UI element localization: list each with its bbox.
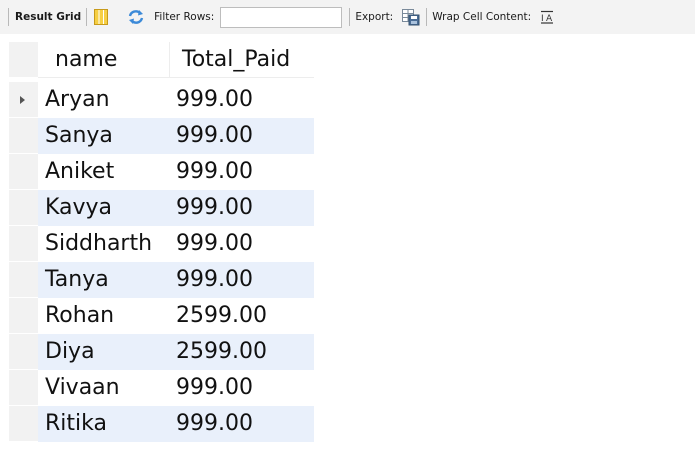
wrap-text-icon[interactable]: I A xyxy=(540,10,554,24)
cell-name[interactable]: Diya xyxy=(38,334,170,370)
column-header-total-paid[interactable]: Total_Paid xyxy=(170,42,314,78)
table-row[interactable]: Siddharth 999.00 xyxy=(0,226,314,262)
table-row[interactable]: Sanya 999.00 xyxy=(0,118,314,154)
cell-name[interactable]: Aryan xyxy=(38,82,170,118)
row-marker[interactable] xyxy=(9,226,38,262)
cell-name[interactable]: Kavya xyxy=(38,190,170,226)
grid-icon[interactable] xyxy=(94,9,109,25)
cell-total-paid[interactable]: 999.00 xyxy=(170,370,314,406)
row-marker[interactable] xyxy=(9,298,38,334)
cell-name[interactable]: Sanya xyxy=(38,118,170,154)
cell-name[interactable]: Tanya xyxy=(38,262,170,298)
table-row[interactable]: Ritika 999.00 xyxy=(0,406,314,442)
cell-total-paid[interactable]: 999.00 xyxy=(170,262,314,298)
result-grid-toolbar: Result Grid Filter Rows: Export: Wrap Ce… xyxy=(0,0,695,34)
row-marker[interactable] xyxy=(9,262,38,298)
toolbar-separator xyxy=(426,8,428,26)
cell-total-paid[interactable]: 2599.00 xyxy=(170,334,314,370)
cell-total-paid[interactable]: 999.00 xyxy=(170,406,314,442)
table-row[interactable]: Kavya 999.00 xyxy=(0,190,314,226)
cell-name[interactable]: Rohan xyxy=(38,298,170,334)
cell-total-paid[interactable]: 999.00 xyxy=(170,82,314,118)
cell-total-paid[interactable]: 999.00 xyxy=(170,154,314,190)
row-marker[interactable] xyxy=(9,118,38,154)
cell-name[interactable]: Vivaan xyxy=(38,370,170,406)
row-marker-header xyxy=(9,42,38,78)
toolbar-separator xyxy=(8,8,9,26)
table-row[interactable]: Tanya 999.00 xyxy=(0,262,314,298)
filter-rows-input[interactable] xyxy=(220,6,343,28)
row-marker[interactable] xyxy=(9,190,38,226)
cell-total-paid[interactable]: 999.00 xyxy=(170,190,314,226)
wrap-cell-content-label: Wrap Cell Content: xyxy=(432,11,532,23)
cell-total-paid[interactable]: 999.00 xyxy=(170,226,314,262)
cell-total-paid[interactable]: 999.00 xyxy=(170,118,314,154)
table-row[interactable]: Vivaan 999.00 xyxy=(0,370,314,406)
table-row[interactable]: Rohan 2599.00 xyxy=(0,298,314,334)
cell-name[interactable]: Aniket xyxy=(38,154,170,190)
row-marker[interactable] xyxy=(9,370,38,406)
filter-rows-label: Filter Rows: xyxy=(154,11,215,23)
export-label: Export: xyxy=(355,11,394,23)
refresh-icon[interactable] xyxy=(127,9,145,25)
column-header-name[interactable]: name xyxy=(38,42,170,78)
row-marker[interactable] xyxy=(9,154,38,190)
toolbar-separator xyxy=(349,8,351,26)
row-marker[interactable] xyxy=(9,82,38,118)
export-icon[interactable] xyxy=(402,8,420,26)
cell-name[interactable]: Ritika xyxy=(38,406,170,442)
column-header-row: name Total_Paid xyxy=(0,42,314,78)
row-marker[interactable] xyxy=(9,334,38,370)
table-row[interactable]: Aniket 999.00 xyxy=(0,154,314,190)
cell-name[interactable]: Siddharth xyxy=(38,226,170,262)
toolbar-separator xyxy=(86,8,88,26)
cell-total-paid[interactable]: 2599.00 xyxy=(170,298,314,334)
current-row-arrow-icon xyxy=(20,96,25,104)
row-marker[interactable] xyxy=(9,406,38,442)
table-row[interactable]: Aryan 999.00 xyxy=(0,82,314,118)
result-grid-label[interactable]: Result Grid xyxy=(15,11,81,23)
table-row[interactable]: Diya 2599.00 xyxy=(0,334,314,370)
